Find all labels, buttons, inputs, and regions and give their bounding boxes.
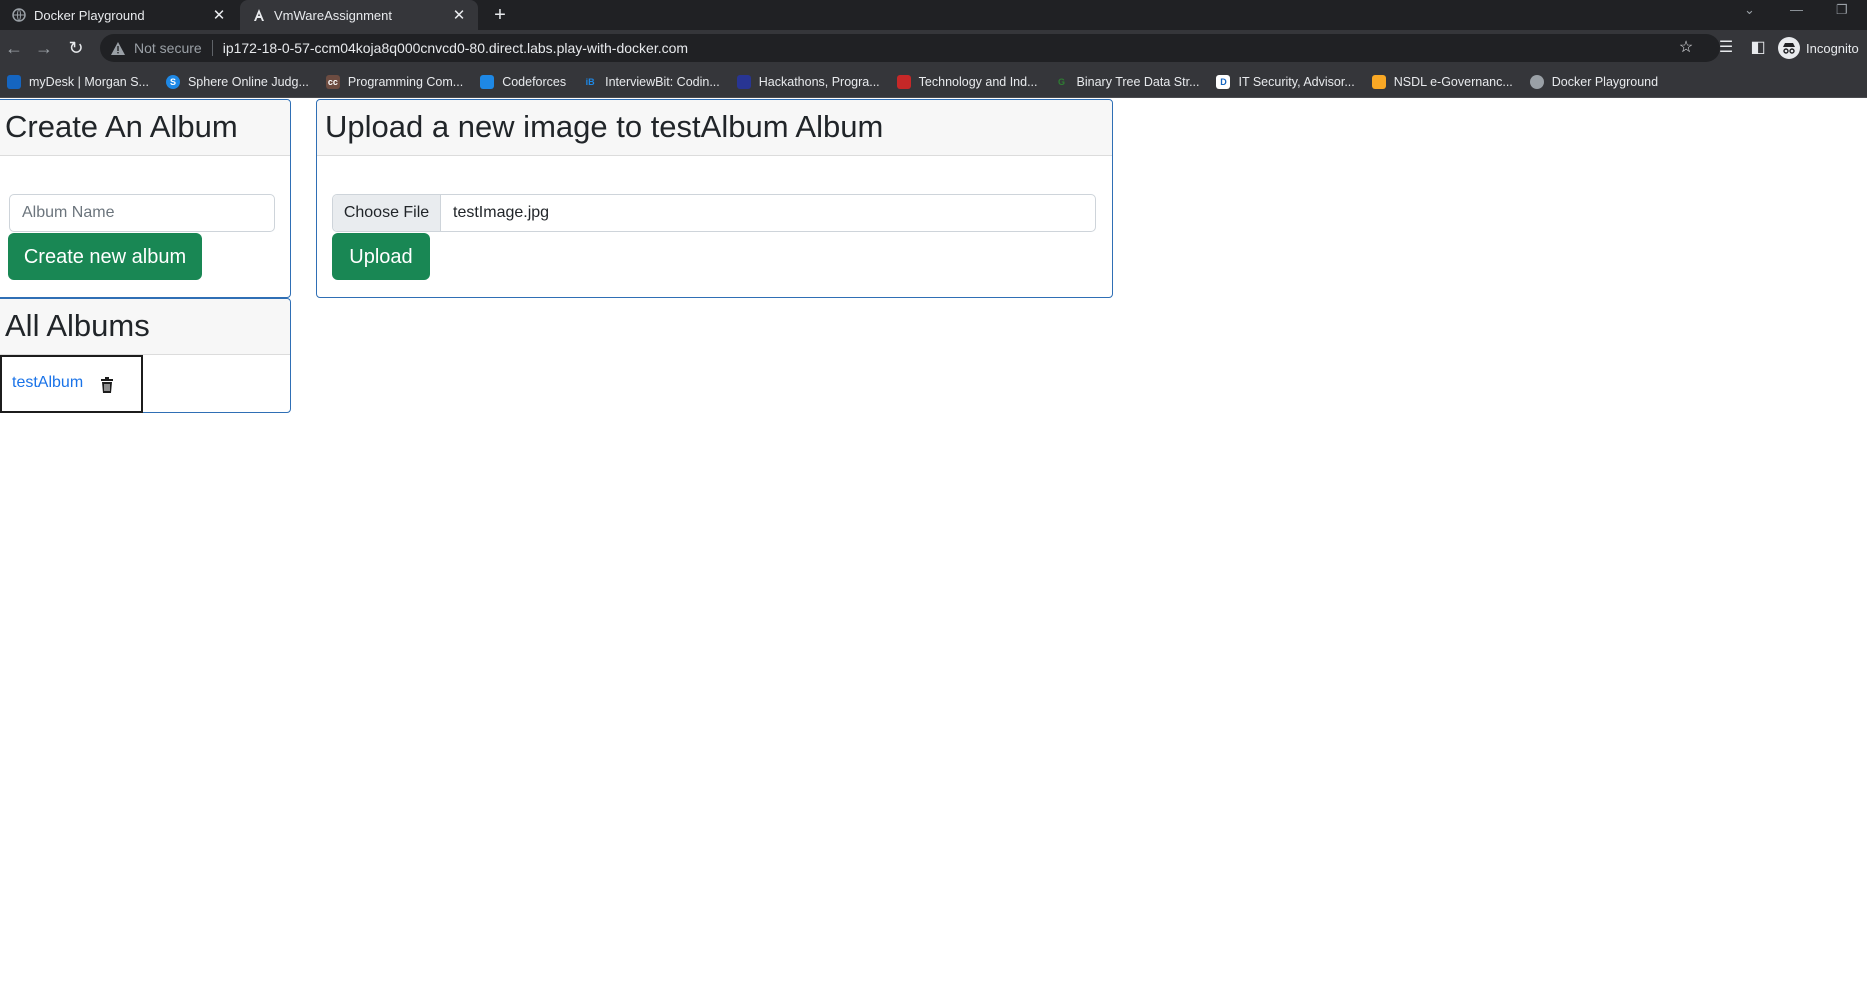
card-header: Upload a new image to testAlbum Album xyxy=(317,100,1112,156)
angular-icon xyxy=(252,8,266,22)
bookmark-star-icon[interactable]: ☆ xyxy=(1676,38,1696,58)
profile-label: Incognito xyxy=(1806,40,1859,56)
dell-icon: D xyxy=(1216,74,1231,89)
minimize-icon[interactable]: — xyxy=(1790,2,1803,17)
url-text[interactable]: ip172-18-0-57-ccm04koja8q000cnvcd0-80.di… xyxy=(223,40,688,56)
bookmark-hackerearth[interactable]: Hackathons, Progra... xyxy=(736,74,880,89)
back-icon[interactable]: ← xyxy=(2,36,26,60)
selected-file-name: testImage.jpg xyxy=(453,204,550,221)
hackerearth-icon xyxy=(736,74,751,89)
new-tab-icon[interactable]: + xyxy=(488,3,512,27)
bookmark-spoj[interactable]: S Sphere Online Judg... xyxy=(165,74,309,89)
bookmark-mydesk[interactable]: myDesk | Morgan S... xyxy=(7,74,149,89)
profile-button[interactable]: Incognito xyxy=(1778,36,1859,60)
spoj-icon: S xyxy=(165,74,180,89)
bookmark-dell[interactable]: D IT Security, Advisor... xyxy=(1216,74,1355,89)
upload-title: Upload a new image to testAlbum Album xyxy=(325,109,884,144)
upload-button[interactable]: Upload xyxy=(332,233,430,280)
album-list-item[interactable]: testAlbum xyxy=(0,355,143,413)
reading-list-icon[interactable]: ☰ xyxy=(1716,38,1736,58)
tab-search-icon[interactable]: ⌄ xyxy=(1744,2,1755,18)
codeforces-icon xyxy=(480,74,495,89)
globe-icon xyxy=(1529,74,1544,89)
restore-icon[interactable]: ❐ xyxy=(1836,2,1848,18)
address-bar[interactable]: Not secure ip172-18-0-57-ccm04koja8q000c… xyxy=(100,34,1720,62)
tab-title: VmWareAssignment xyxy=(274,7,392,23)
create-album-button[interactable]: Create new album xyxy=(8,233,202,280)
tab-docker-playground[interactable]: Docker Playground ✕ xyxy=(0,0,238,30)
card-header: Create An Album xyxy=(0,100,290,156)
file-input[interactable]: Choose File testImage.jpg xyxy=(332,194,1096,232)
bookmark-interviewbit[interactable]: iB InterviewBit: Codin... xyxy=(583,75,720,89)
album-link[interactable]: testAlbum xyxy=(12,374,83,392)
all-albums-title: All Albums xyxy=(5,308,150,343)
close-tab-icon[interactable]: ✕ xyxy=(448,6,470,24)
bookmarks-bar: myDesk | Morgan S... S Sphere Online Judg… xyxy=(0,66,1867,98)
forward-icon[interactable]: → xyxy=(32,36,56,60)
warning-icon[interactable] xyxy=(110,40,126,56)
bookmark-tech[interactable]: Technology and Ind... xyxy=(896,74,1038,89)
tech-icon xyxy=(896,74,911,89)
bookmark-docker-playground[interactable]: Docker Playground xyxy=(1529,74,1658,89)
create-album-title: Create An Album xyxy=(5,109,238,144)
trash-icon[interactable] xyxy=(100,377,114,393)
album-name-input[interactable] xyxy=(9,194,275,232)
interviewbit-icon: iB xyxy=(585,76,595,87)
gfg-icon: G xyxy=(1058,76,1066,87)
nsdl-icon xyxy=(1371,74,1386,89)
mydesk-icon xyxy=(7,74,21,89)
close-tab-icon[interactable]: ✕ xyxy=(208,6,230,24)
bookmark-codeforces[interactable]: Codeforces xyxy=(480,74,566,89)
incognito-icon xyxy=(1778,37,1800,59)
security-label: Not secure xyxy=(134,40,202,56)
bookmark-gfg[interactable]: G Binary Tree Data Str... xyxy=(1055,75,1199,89)
bookmark-codechef[interactable]: cc Programming Com... xyxy=(325,74,463,89)
reload-icon[interactable]: ↻ xyxy=(64,36,88,60)
separator xyxy=(211,40,213,56)
card-header: All Albums xyxy=(0,299,290,355)
globe-icon xyxy=(12,8,26,22)
codechef-icon: cc xyxy=(325,74,340,89)
tab-title: Docker Playground xyxy=(34,7,145,23)
side-panel-icon[interactable]: ◧ xyxy=(1748,38,1768,58)
tab-vmwareassignment[interactable]: VmWareAssignment ✕ xyxy=(240,0,478,30)
choose-file-button[interactable]: Choose File xyxy=(333,195,441,231)
bookmark-nsdl[interactable]: NSDL e-Governanc... xyxy=(1371,74,1513,89)
